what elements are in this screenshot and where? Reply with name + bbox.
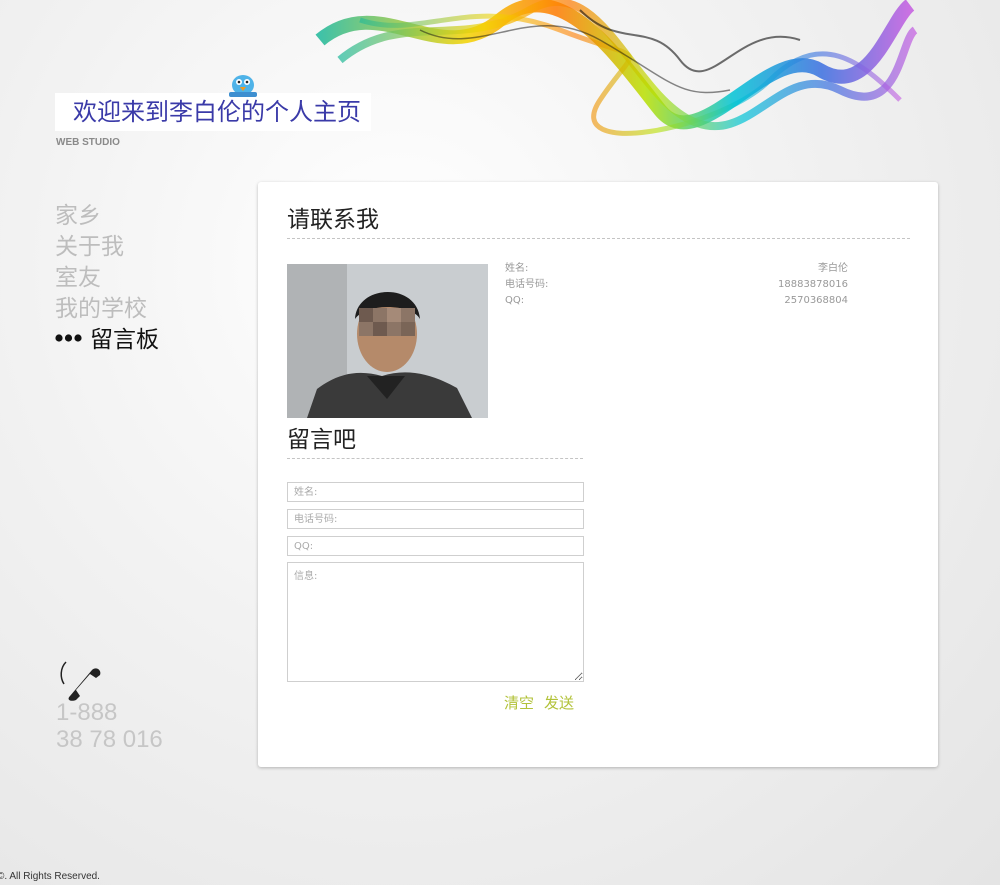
contact-row-qq: QQ: 2570368804: [505, 293, 848, 309]
main-nav: 家乡 关于我 室友 我的学校 留言板: [55, 201, 159, 356]
contact-heading: 请联系我: [287, 200, 910, 239]
message-heading: 留言吧: [287, 420, 583, 459]
send-button[interactable]: 发送: [544, 694, 574, 712]
phone-number-line1: 1-888: [56, 699, 118, 726]
bird-mascot-icon: [229, 75, 257, 97]
contact-label: QQ:: [505, 295, 525, 306]
footer-copyright: ©. All Rights Reserved.: [0, 871, 100, 882]
phone-number-line2: 38 78 016: [56, 726, 163, 753]
profile-photo: [287, 264, 488, 418]
content-panel: 请联系我 姓名: 李白伦 电话号码: 18883878016 QQ: 25703…: [258, 182, 938, 767]
contact-value: 李白伦: [818, 263, 848, 274]
site-title: 欢迎来到李白伦的个人主页: [55, 93, 371, 131]
nav-item-hometown[interactable]: 家乡: [55, 201, 159, 232]
contact-label: 电话号码:: [505, 279, 549, 290]
site-subtitle: WEB STUDIO: [56, 137, 120, 148]
nav-item-my-school[interactable]: 我的学校: [55, 294, 159, 325]
contact-info: 姓名: 李白伦 电话号码: 18883878016 QQ: 2570368804: [505, 261, 848, 309]
active-bullet-icon: [55, 333, 82, 342]
telephone-icon: [60, 661, 101, 701]
nav-item-about-me[interactable]: 关于我: [55, 232, 159, 263]
contact-label: 姓名:: [505, 263, 529, 274]
contact-row-name: 姓名: 李白伦: [505, 261, 848, 277]
clear-button[interactable]: 清空: [504, 694, 534, 712]
contact-value: 2570368804: [784, 295, 848, 306]
smoke-banner-graphic: [315, 0, 918, 136]
contact-row-phone: 电话号码: 18883878016: [505, 277, 848, 293]
nav-item-message-board[interactable]: 留言板: [55, 325, 159, 356]
form-buttons: 清空 发送: [504, 692, 584, 713]
message-textarea[interactable]: [287, 562, 584, 682]
phone-input[interactable]: [287, 509, 584, 529]
name-input[interactable]: [287, 482, 584, 502]
nav-item-roommates[interactable]: 室友: [55, 263, 159, 294]
qq-input[interactable]: [287, 536, 584, 556]
phone-number: 1-888 38 78 016: [56, 699, 163, 753]
contact-value: 18883878016: [778, 279, 848, 290]
